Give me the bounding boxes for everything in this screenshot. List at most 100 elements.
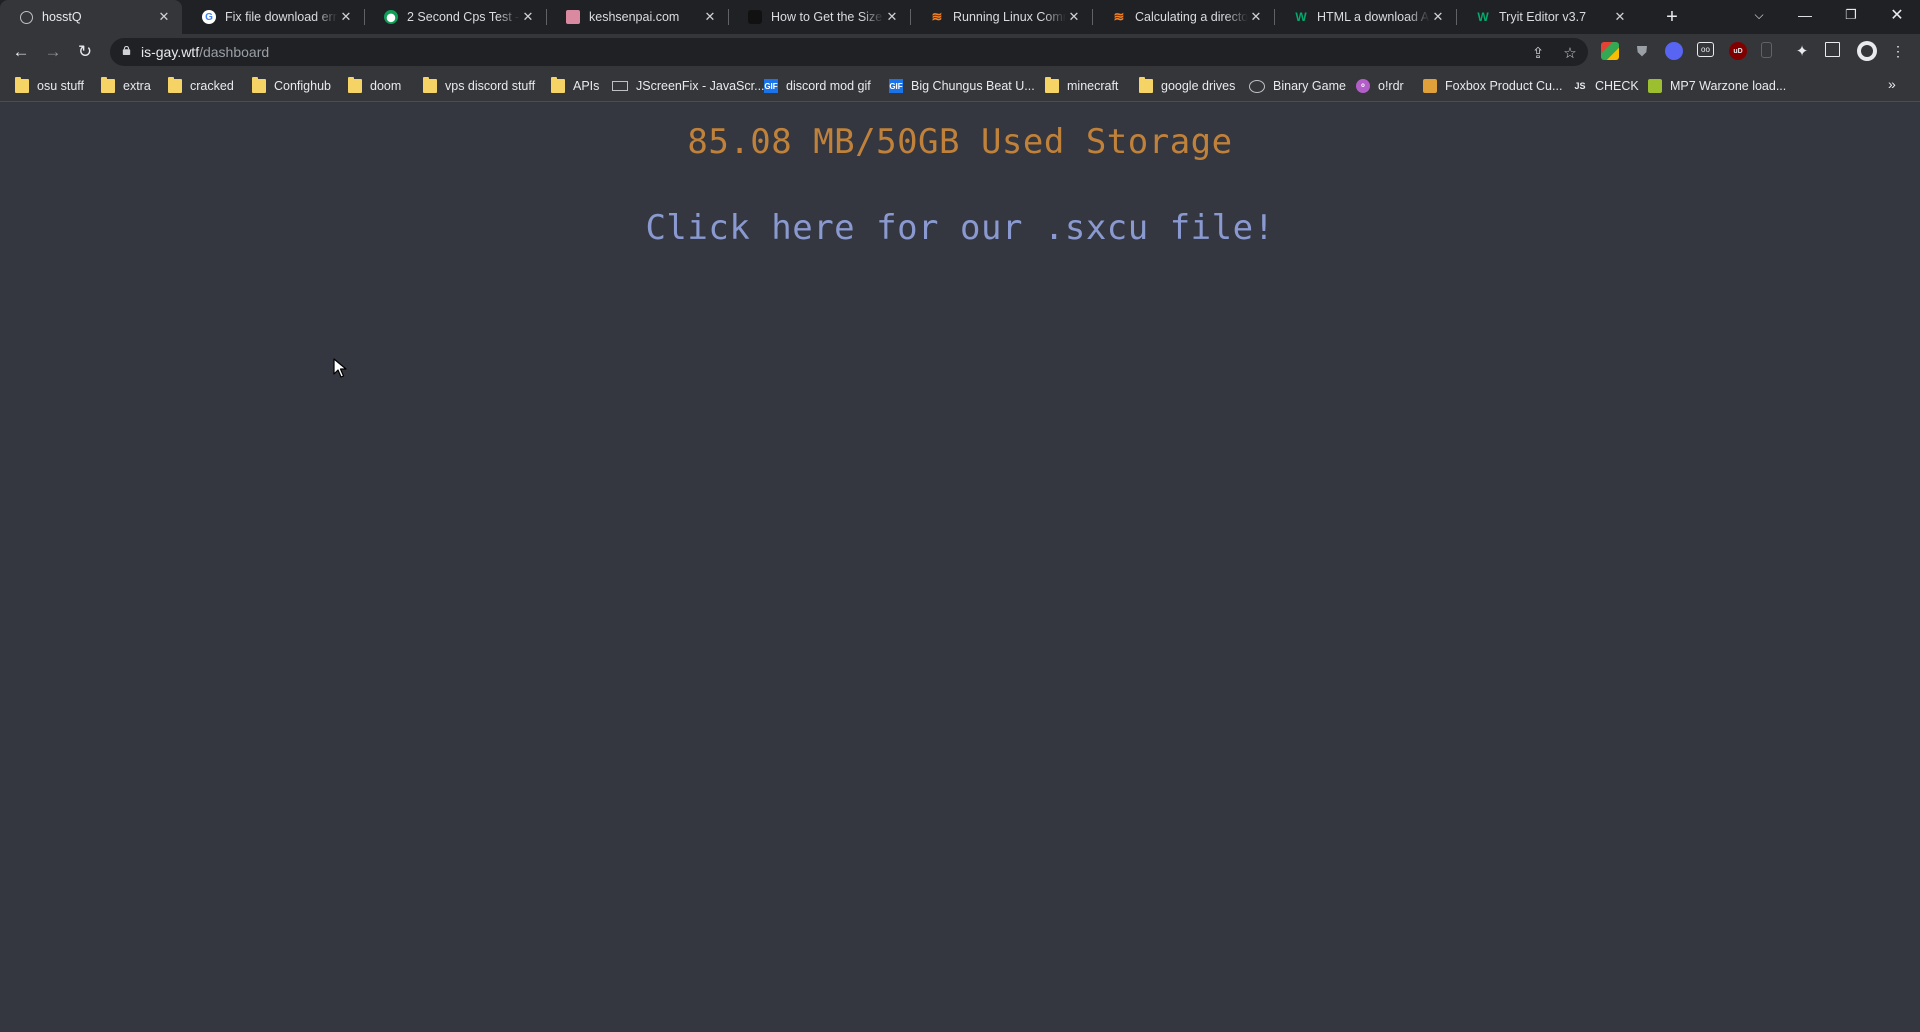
tab-html-download[interactable]: W HTML a download Att ✕ <box>1274 0 1456 34</box>
tab-cps-test[interactable]: ⬤ 2 Second Cps Test - Cl ✕ <box>364 0 546 34</box>
bookmark-label: CHECK <box>1595 79 1639 93</box>
google-icon: G <box>202 10 216 24</box>
folder-icon <box>1045 77 1059 93</box>
tab-search-button[interactable]: ⌵ <box>1736 0 1782 30</box>
bookmark-label: o!rdr <box>1378 79 1404 93</box>
extension-colorful-icon[interactable] <box>1601 42 1619 60</box>
url-text: is-gay.wtf/dashboard <box>141 44 269 60</box>
close-icon[interactable]: ✕ <box>1612 9 1628 25</box>
close-icon[interactable]: ✕ <box>156 9 172 25</box>
bookmark-label: google drives <box>1161 79 1236 93</box>
bookmark-minecraft[interactable]: minecraft <box>1045 77 1118 95</box>
bookmark-label: JScreenFix - JavaScr... <box>636 79 765 93</box>
restore-button[interactable]: ❐ <box>1828 0 1874 30</box>
back-button[interactable]: ← <box>8 39 34 65</box>
bookmark-label: cracked <box>190 79 234 93</box>
gif-icon: GIF <box>889 79 903 93</box>
bookmark-apis[interactable]: APIs <box>551 77 599 95</box>
device-icon[interactable] <box>1761 42 1772 58</box>
close-icon[interactable]: ✕ <box>702 9 718 25</box>
url-host: is-gay.wtf <box>141 44 200 60</box>
folder-icon <box>15 77 29 93</box>
bookmark-label: doom <box>370 79 402 93</box>
bookmark-ordr[interactable]: o o!rdr <box>1356 77 1404 95</box>
bookmark-label: Confighub <box>274 79 331 93</box>
bookmark-confighub[interactable]: Confighub <box>252 77 331 95</box>
close-icon[interactable]: ✕ <box>884 9 900 25</box>
w3schools-icon: W <box>1295 10 1307 24</box>
discord-extension-icon[interactable] <box>1665 42 1683 60</box>
bookmark-mp7-warzone[interactable]: MP7 Warzone load... <box>1648 77 1786 95</box>
tab-calculating-directory[interactable]: ≋ Calculating a directory ✕ <box>1092 0 1274 34</box>
bookmarks-bar: osu stuff extra cracked Confighub doom v… <box>0 70 1920 102</box>
glasses-extension-icon[interactable]: oo <box>1697 42 1714 57</box>
leaf-icon <box>1648 79 1662 93</box>
bookmark-check[interactable]: JS CHECK <box>1573 77 1639 95</box>
cps-test-icon: ⬤ <box>384 10 398 24</box>
star-icon[interactable]: ☆ <box>1561 44 1579 62</box>
w3schools-icon: W <box>1477 10 1489 24</box>
bookmark-vps-discord[interactable]: vps discord stuff <box>423 77 535 95</box>
bookmark-label: vps discord stuff <box>445 79 536 93</box>
share-icon[interactable]: ⇪ <box>1529 44 1547 62</box>
bookmark-big-chungus[interactable]: GIF Big Chungus Beat U... <box>889 77 1035 95</box>
lock-icon <box>122 46 131 55</box>
sxcu-download-link[interactable]: Click here for our .sxcu file! <box>0 208 1920 248</box>
close-icon[interactable]: ✕ <box>338 9 354 25</box>
kebab-menu-icon[interactable]: ⋮ <box>1889 42 1907 60</box>
close-icon[interactable]: ✕ <box>1248 9 1264 25</box>
tab-keshsenpai[interactable]: keshsenpai.com ✕ <box>546 0 728 34</box>
bookmark-cracked[interactable]: cracked <box>168 77 234 95</box>
close-icon[interactable]: ✕ <box>1066 9 1082 25</box>
bookmark-label: Foxbox Product Cu... <box>1445 79 1563 93</box>
tab-title: Fix file download error <box>225 10 338 24</box>
bookmark-google-drives[interactable]: google drives <box>1139 77 1235 95</box>
bookmark-label: minecraft <box>1067 79 1119 93</box>
profile-avatar[interactable] <box>1857 41 1877 61</box>
avatar-face-icon <box>1861 45 1873 57</box>
tab-strip: hosstQ ✕ G Fix file download error ✕ ⬤ 2… <box>0 0 1920 34</box>
folder-icon <box>168 77 182 93</box>
bookmark-binary-game[interactable]: Binary Game <box>1249 77 1346 95</box>
tab-title: Running Linux Comma <box>953 10 1066 24</box>
ublock-icon[interactable]: uD <box>1729 42 1747 60</box>
tab-fix-file-download[interactable]: G Fix file download error ✕ <box>182 0 364 34</box>
bookmark-osu-stuff[interactable]: osu stuff <box>15 77 84 95</box>
bookmark-label: osu stuff <box>37 79 85 93</box>
close-window-button[interactable]: ✕ <box>1874 0 1920 30</box>
tab-running-linux[interactable]: ≋ Running Linux Comma ✕ <box>910 0 1092 34</box>
puzzle-icon[interactable]: ✦ <box>1793 42 1811 60</box>
reload-icon: ↻ <box>77 42 93 61</box>
tab-tryit-editor[interactable]: W Tryit Editor v3.7 ✕ <box>1456 0 1638 34</box>
shield-icon[interactable]: ⛊ <box>1633 42 1651 60</box>
monitor-icon <box>612 81 628 91</box>
forward-button[interactable]: → <box>40 39 66 65</box>
folder-icon <box>423 77 437 93</box>
globe-icon <box>20 10 33 24</box>
arrow-left-icon: ← <box>12 42 30 61</box>
folder-icon <box>551 77 565 93</box>
close-icon[interactable]: ✕ <box>1430 9 1446 25</box>
new-tab-button[interactable]: + <box>1660 5 1684 29</box>
stackoverflow-icon: ≋ <box>1113 9 1125 24</box>
side-panel-icon[interactable] <box>1825 42 1840 57</box>
gif-icon: GIF <box>764 79 778 93</box>
mouse-cursor-icon <box>333 358 347 378</box>
bookmark-extra[interactable]: extra <box>101 77 151 95</box>
close-icon[interactable]: ✕ <box>520 9 536 25</box>
bookmark-foxbox[interactable]: Foxbox Product Cu... <box>1423 77 1562 95</box>
bookmark-discord-mod-gif[interactable]: GIF discord mod gif <box>764 77 871 95</box>
tab-size-of[interactable]: How to Get the Size of ✕ <box>728 0 910 34</box>
minimize-button[interactable]: — <box>1782 0 1828 30</box>
tab-title: 2 Second Cps Test - Cl <box>407 10 520 24</box>
storage-usage-text: 85.08 MB/50GB Used Storage <box>687 122 1233 162</box>
chevron-double-right-icon[interactable]: » <box>1888 76 1896 92</box>
reload-button[interactable]: ↻ <box>72 39 98 65</box>
tab-title: How to Get the Size of <box>771 10 884 24</box>
js-icon: JS <box>1574 81 1586 91</box>
address-bar[interactable]: is-gay.wtf/dashboard ⇪ ☆ <box>110 38 1588 66</box>
bookmark-label: Binary Game <box>1273 79 1346 93</box>
bookmark-doom[interactable]: doom <box>348 77 401 95</box>
bookmark-jscreenfix[interactable]: JScreenFix - JavaScr... <box>612 77 765 95</box>
tab-hosstq[interactable]: hosstQ ✕ <box>0 0 182 34</box>
